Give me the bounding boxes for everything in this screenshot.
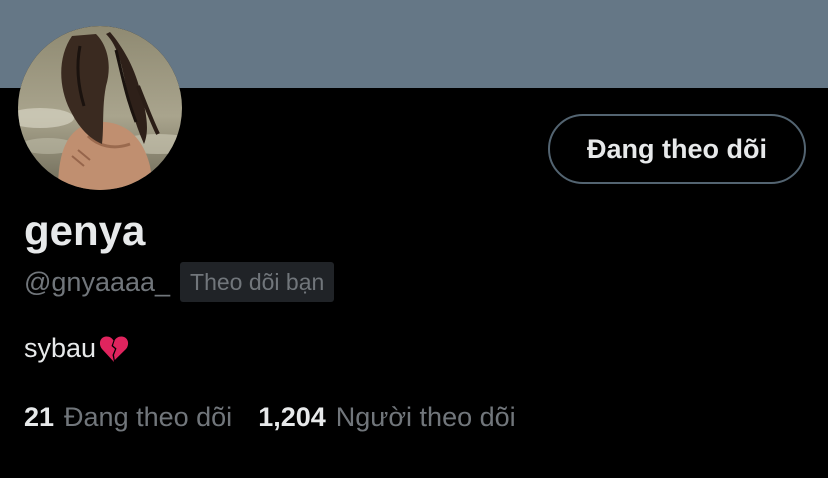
- profile-stats: 21 Đang theo dõi 1,204 Người theo dõi: [24, 402, 516, 433]
- avatar[interactable]: [18, 26, 182, 190]
- handle-row: @gnyaaaa_ Theo dõi bạn: [24, 262, 335, 302]
- following-label: Đang theo dõi: [64, 402, 233, 432]
- username-handle: @gnyaaaa_: [24, 266, 171, 297]
- broken-heart-icon: [99, 335, 129, 362]
- followers-label: Người theo dõi: [335, 402, 516, 432]
- following-count: 21: [24, 402, 55, 432]
- following-stat[interactable]: 21 Đang theo dõi: [24, 402, 232, 433]
- bio: sybau: [24, 333, 129, 364]
- followers-count: 1,204: [258, 402, 326, 432]
- follows-you-badge: Theo dõi bạn: [180, 262, 335, 302]
- avatar-image: [18, 26, 182, 190]
- display-name: genya: [24, 207, 146, 254]
- followers-stat[interactable]: 1,204 Người theo dõi: [258, 402, 515, 433]
- bio-text: sybau: [24, 333, 97, 363]
- following-button[interactable]: Đang theo dõi: [548, 114, 806, 184]
